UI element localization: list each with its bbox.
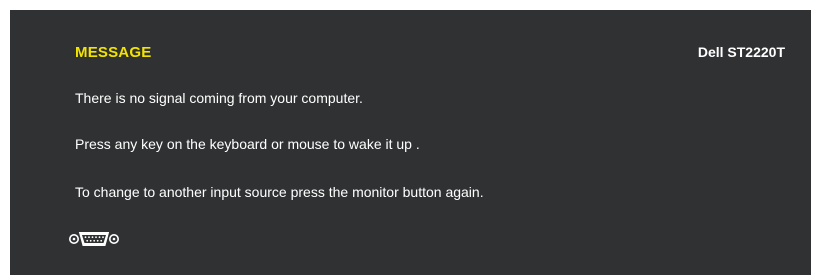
wake-instruction: Press any key on the keyboard or mouse t… xyxy=(75,136,420,152)
no-signal-message: There is no signal coming from your comp… xyxy=(75,90,363,106)
osd-message-panel: MESSAGE Dell ST2220T There is no signal … xyxy=(10,10,811,275)
input-source-instruction: To change to another input source press … xyxy=(75,184,484,200)
monitor-model-label: Dell ST2220T xyxy=(697,44,785,60)
osd-header: MESSAGE Dell ST2220T xyxy=(75,40,785,64)
vga-connector-icon xyxy=(69,232,119,246)
osd-title: MESSAGE xyxy=(75,43,152,61)
